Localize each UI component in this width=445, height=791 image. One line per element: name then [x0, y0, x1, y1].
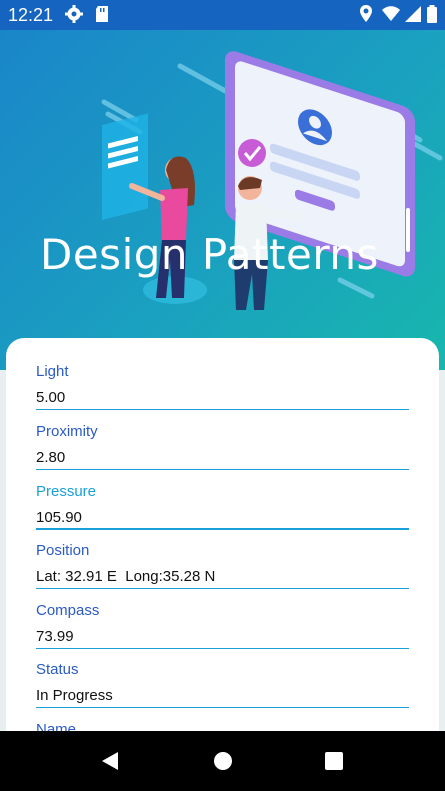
position-label: Position — [36, 542, 90, 559]
compass-label: Compass — [36, 602, 100, 619]
sensor-form-card: Light 5.00 Proximity 2.80 Pressure 105.9… — [6, 338, 439, 738]
position-underline — [36, 588, 409, 589]
compass-value[interactable]: 73.99 — [36, 628, 74, 645]
pressure-field[interactable]: Pressure 105.90 — [36, 483, 409, 530]
light-field[interactable]: Light 5.00 — [36, 363, 409, 410]
gear-icon — [64, 4, 84, 29]
hero-title: Design Patterns — [40, 230, 379, 279]
navigation-bar — [0, 731, 445, 791]
status-value[interactable]: In Progress — [36, 687, 113, 704]
battery-icon — [426, 4, 438, 29]
compass-underline — [36, 648, 409, 649]
wifi-icon — [381, 4, 401, 29]
sd-card-icon — [94, 4, 110, 29]
proximity-value[interactable]: 2.80 — [36, 449, 65, 466]
position-value[interactable]: Lat: 32.91 E Long:35.28 N — [36, 568, 215, 585]
proximity-underline — [36, 469, 409, 470]
back-icon[interactable] — [100, 751, 120, 776]
proximity-label: Proximity — [36, 423, 98, 440]
pressure-label: Pressure — [36, 483, 97, 500]
status-field[interactable]: Status In Progress — [36, 661, 409, 708]
status-time: 12:21 — [8, 5, 54, 25]
position-field[interactable]: Position Lat: 32.91 E Long:35.28 N — [36, 542, 409, 589]
pressure-underline — [36, 528, 409, 530]
home-icon[interactable] — [213, 751, 233, 776]
location-icon — [358, 4, 374, 29]
signal-icon — [404, 4, 422, 29]
light-underline — [36, 409, 409, 410]
status-label: Status — [36, 661, 79, 678]
status-bar: 12:21 — [0, 0, 445, 30]
hero-banner: Design Patterns — [0, 30, 445, 370]
proximity-field[interactable]: Proximity 2.80 — [36, 423, 409, 470]
light-label: Light — [36, 363, 69, 380]
hero-illustration — [101, 51, 443, 310]
compass-field[interactable]: Compass 73.99 — [36, 602, 409, 649]
light-value[interactable]: 5.00 — [36, 389, 65, 406]
status-underline — [36, 707, 409, 708]
recents-icon[interactable] — [324, 751, 344, 776]
pressure-value[interactable]: 105.90 — [36, 509, 82, 526]
